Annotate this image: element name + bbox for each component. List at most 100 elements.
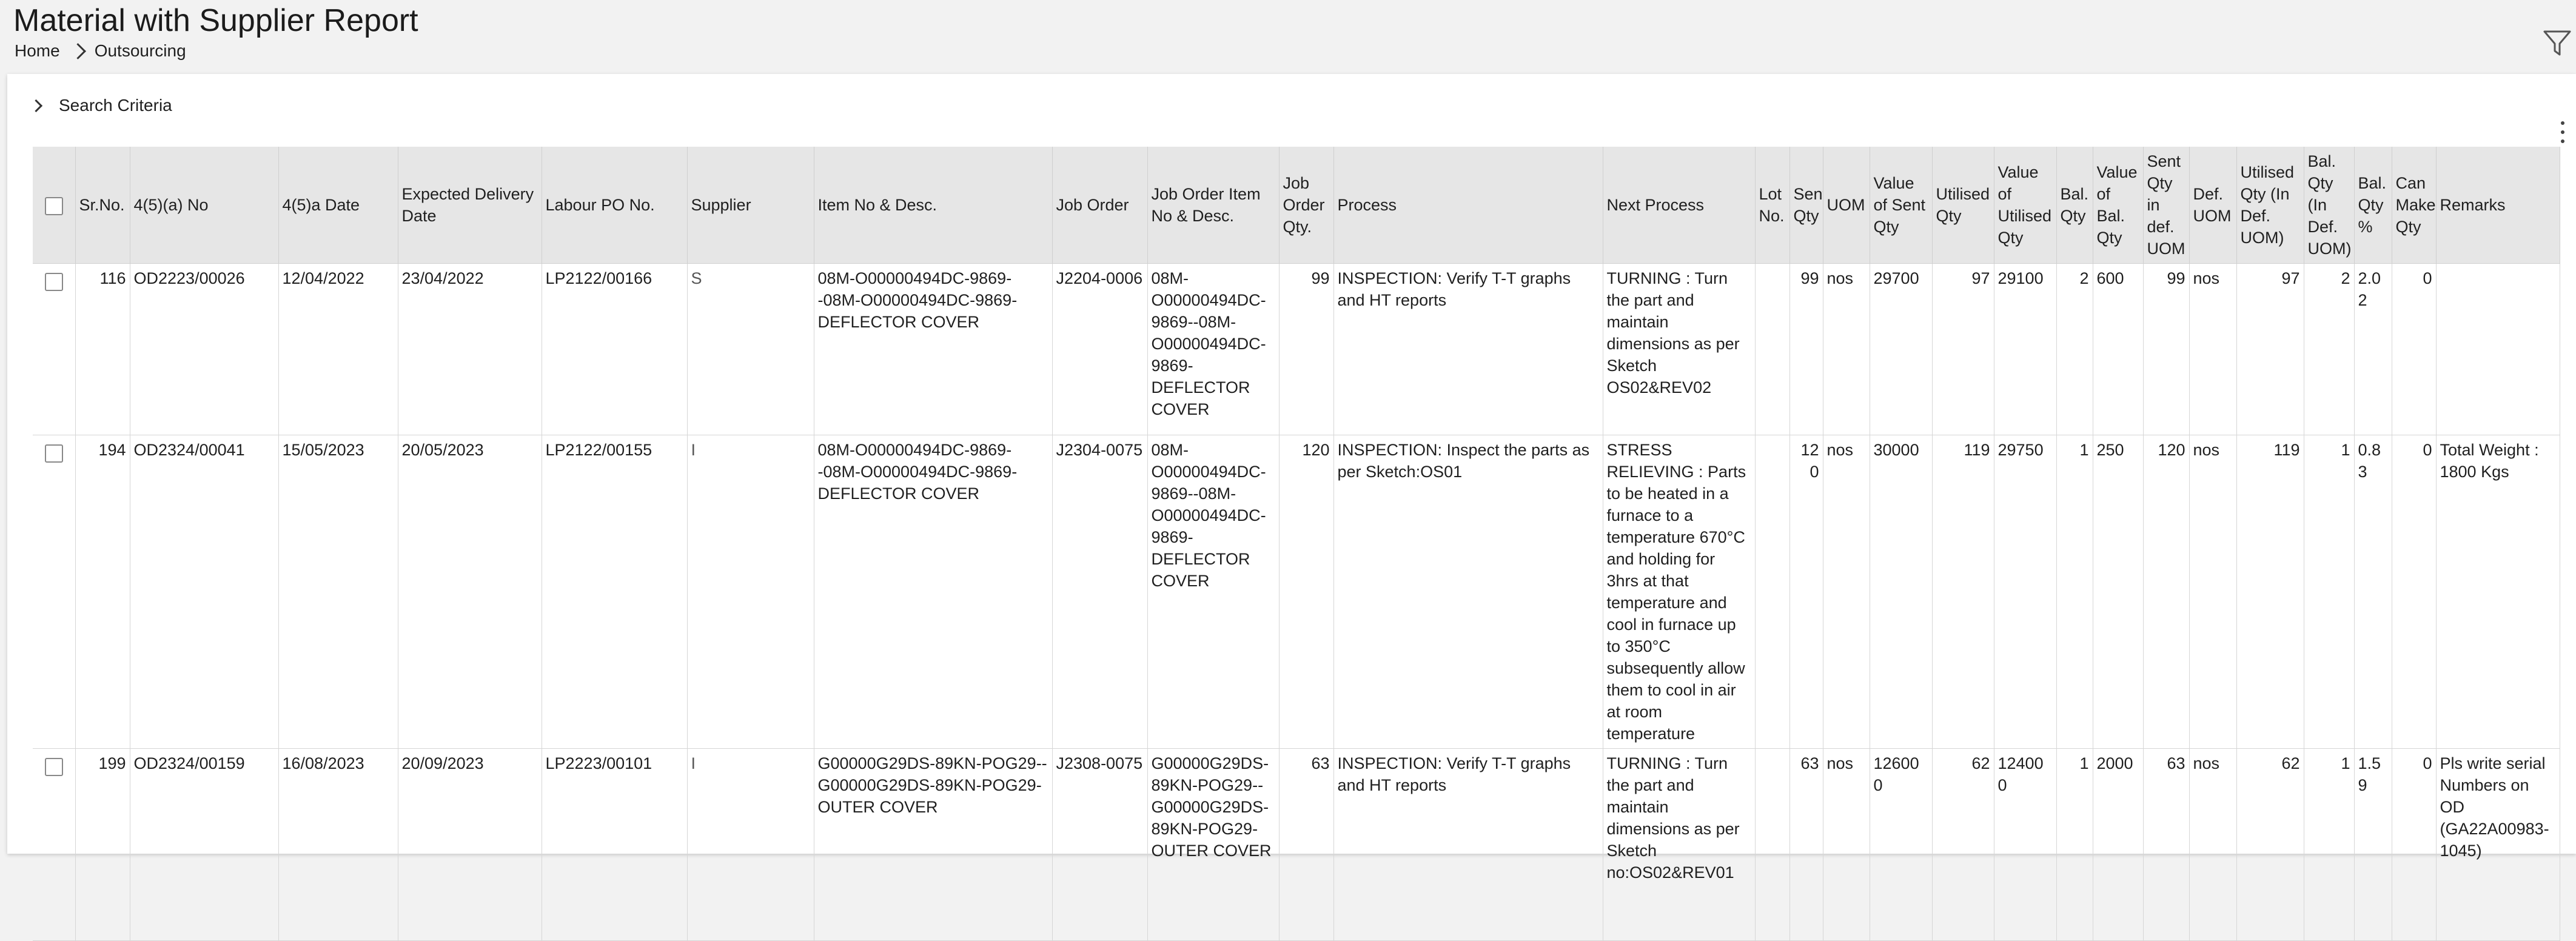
cell-value-sent: 29700 xyxy=(1870,263,1933,435)
table-header-row: Sr.No. 4(5)(a) No 4(5)a Date Expected De… xyxy=(33,147,2560,264)
cell-uom: nos xyxy=(1823,435,1870,749)
cell-can-make: 0 xyxy=(2392,435,2437,749)
cell-uom: nos xyxy=(1823,748,1870,941)
column-header[interactable]: Job Order Item No & Desc. xyxy=(1147,147,1280,264)
search-criteria-toggle[interactable]: Search Criteria xyxy=(29,96,172,115)
column-header[interactable]: Lot No. xyxy=(1755,147,1790,264)
cell-utilised-qty: 97 xyxy=(1932,263,1994,435)
cell-next-process: TURNING : Turn the part and maintain dim… xyxy=(1603,748,1756,941)
column-header[interactable]: Remarks xyxy=(2436,147,2560,264)
cell-value-bal: 250 xyxy=(2093,435,2144,749)
cell-a-date: 15/05/2023 xyxy=(278,435,398,749)
column-header[interactable]: Utilised Qty xyxy=(1932,147,1994,264)
cell-sr-no: 194 xyxy=(75,435,130,749)
cell-value-sent: 30000 xyxy=(1870,435,1933,749)
cell-supplier: I xyxy=(687,435,814,749)
chevron-right-icon xyxy=(29,99,43,112)
cell-next-process: STRESS RELIEVING : Parts to be heated in… xyxy=(1603,435,1756,749)
column-header[interactable]: Sent Qty xyxy=(1789,147,1823,264)
breadcrumb: Home Outsourcing xyxy=(15,41,186,61)
column-header[interactable]: Utilised Qty (In Def. UOM) xyxy=(2236,147,2304,264)
cell-remarks xyxy=(2436,263,2560,435)
table-row[interactable]: 199 OD2324/00159 16/08/2023 20/09/2023 L… xyxy=(33,748,2560,941)
cell-def-uom: nos xyxy=(2189,435,2237,749)
row-checkbox[interactable] xyxy=(44,757,63,776)
cell-lot-no xyxy=(1755,435,1790,749)
cell-lot-no xyxy=(1755,263,1790,435)
cell-next-process: TURNING : Turn the part and maintain dim… xyxy=(1603,263,1756,435)
column-header[interactable]: Supplier xyxy=(687,147,814,264)
column-header[interactable]: Sr.No. xyxy=(75,147,130,264)
cell-sent-qty: 99 xyxy=(1789,263,1823,435)
cell-expected-delivery: 23/04/2022 xyxy=(398,263,542,435)
cell-value-bal: 600 xyxy=(2093,263,2144,435)
cell-def-uom: nos xyxy=(2189,748,2237,941)
column-header[interactable]: Value of Sent Qty xyxy=(1870,147,1933,264)
cell-bal-pct: 0.83 xyxy=(2354,435,2392,749)
cell-labour-po: LP2122/00166 xyxy=(542,263,688,435)
cell-utilised-def: 97 xyxy=(2236,263,2304,435)
cell-remarks: Pls write serial Numbers on OD (GA22A009… xyxy=(2436,748,2560,941)
cell-utilised-qty: 62 xyxy=(1932,748,1994,941)
row-checkbox[interactable] xyxy=(44,272,63,291)
cell-process: INSPECTION: Verify T-T graphs and HT rep… xyxy=(1333,748,1603,941)
page-header: Material with Supplier Report Home Outso… xyxy=(0,0,2576,73)
report-card: Search Criteria Sr.No. 4(5)(a) No 4(5)a … xyxy=(7,74,2576,941)
cell-job-order-item: 08M-O00000494DC-9869--08M-O00000494DC-98… xyxy=(1147,435,1280,749)
breadcrumb-outsourcing[interactable]: Outsourcing xyxy=(95,41,186,61)
column-header[interactable]: Bal. Qty xyxy=(2056,147,2093,264)
cell-sr-no: 199 xyxy=(75,748,130,941)
table-row[interactable]: 194 OD2324/00041 15/05/2023 20/05/2023 L… xyxy=(33,435,2560,749)
cell-value-sent: 126000 xyxy=(1870,748,1933,941)
column-header[interactable]: UOM xyxy=(1823,147,1870,264)
cell-sent-def: 120 xyxy=(2143,435,2190,749)
select-all-checkbox[interactable] xyxy=(44,196,63,215)
cell-a-date: 16/08/2023 xyxy=(278,748,398,941)
column-header[interactable]: Def. UOM xyxy=(2189,147,2237,264)
cell-bal-def: 1 xyxy=(2304,748,2355,941)
column-header[interactable]: Job Order Qty. xyxy=(1279,147,1334,264)
select-all-cell xyxy=(33,147,76,264)
cell-value-utilised: 29750 xyxy=(1994,435,2057,749)
column-header[interactable]: Value of Utilised Qty xyxy=(1994,147,2057,264)
cell-job-order-item: 08M-O00000494DC-9869--08M-O00000494DC-98… xyxy=(1147,263,1280,435)
column-header[interactable]: Next Process xyxy=(1603,147,1756,264)
column-header[interactable]: Process xyxy=(1333,147,1603,264)
cell-bal-def: 2 xyxy=(2304,263,2355,435)
column-header[interactable]: Expected Delivery Date xyxy=(398,147,542,264)
column-header[interactable]: Sent Qty in def. UOM xyxy=(2143,147,2190,264)
cell-a-no: OD2223/00026 xyxy=(130,263,279,435)
column-header[interactable]: 4(5)a Date xyxy=(278,147,398,264)
cell-item: G00000G29DS-89KN-POG29--G00000G29DS-89KN… xyxy=(814,748,1053,941)
row-checkbox[interactable] xyxy=(44,444,63,463)
cell-bal-pct: 2.02 xyxy=(2354,263,2392,435)
cell-sent-def: 63 xyxy=(2143,748,2190,941)
more-options-icon[interactable] xyxy=(2558,121,2568,143)
cell-job-order-qty: 99 xyxy=(1279,263,1334,435)
cell-sent-qty: 63 xyxy=(1789,748,1823,941)
cell-labour-po: LP2122/00155 xyxy=(542,435,688,749)
column-header[interactable]: 4(5)(a) No xyxy=(130,147,279,264)
cell-job-order: J2204-0006 xyxy=(1052,263,1148,435)
column-header[interactable]: Labour PO No. xyxy=(542,147,688,264)
filter-icon[interactable] xyxy=(2541,27,2574,59)
breadcrumb-chevron-icon xyxy=(69,42,86,59)
cell-remarks: Total Weight : 1800 Kgs xyxy=(2436,435,2560,749)
column-header[interactable]: Job Order xyxy=(1052,147,1148,264)
cell-process: INSPECTION: Verify T-T graphs and HT rep… xyxy=(1333,263,1603,435)
cell-lot-no xyxy=(1755,748,1790,941)
cell-a-no: OD2324/00159 xyxy=(130,748,279,941)
cell-utilised-def: 119 xyxy=(2236,435,2304,749)
column-header[interactable]: Value of Bal. Qty xyxy=(2093,147,2144,264)
breadcrumb-home[interactable]: Home xyxy=(15,41,60,61)
cell-sr-no: 116 xyxy=(75,263,130,435)
column-header[interactable]: Bal. Qty % xyxy=(2354,147,2392,264)
table-row[interactable]: 116 OD2223/00026 12/04/2022 23/04/2022 L… xyxy=(33,263,2560,435)
cell-supplier: I xyxy=(687,748,814,941)
column-header[interactable]: Bal. Qty (In Def. UOM) xyxy=(2304,147,2355,264)
column-header[interactable]: Can Make Qty xyxy=(2392,147,2437,264)
cell-job-order: J2304-0075 xyxy=(1052,435,1148,749)
cell-def-uom: nos xyxy=(2189,263,2237,435)
column-header[interactable]: Item No & Desc. xyxy=(814,147,1053,264)
cell-can-make: 0 xyxy=(2392,263,2437,435)
